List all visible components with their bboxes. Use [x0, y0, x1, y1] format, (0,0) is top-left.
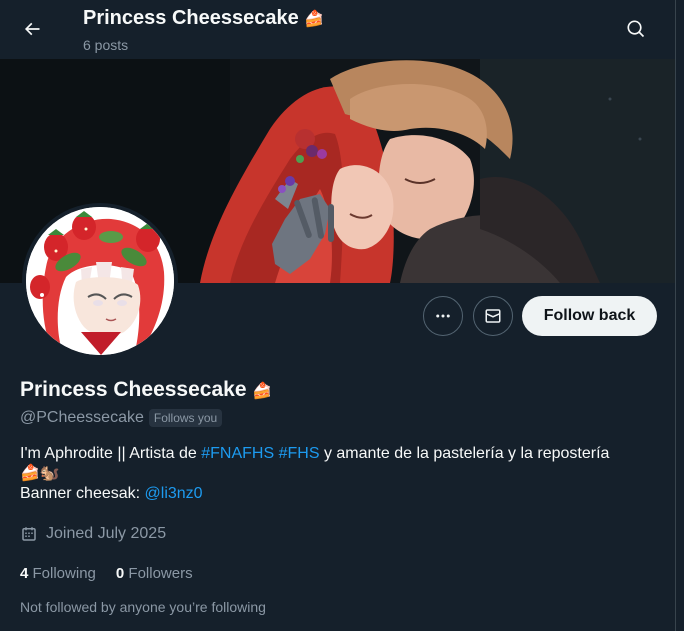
joined-date: Joined July 2025: [46, 525, 167, 542]
calendar-icon: [22, 527, 36, 541]
hashtag-fnafhs[interactable]: #FNAFHS: [201, 445, 274, 462]
following-label: Following: [32, 565, 96, 582]
follows-you-badge: Follows you: [148, 409, 223, 427]
back-button[interactable]: [14, 11, 50, 47]
follow-back-button[interactable]: Follow back: [522, 296, 657, 336]
avatar-image: [26, 207, 174, 355]
hashtag-fhs[interactable]: #FHS: [279, 445, 320, 462]
profile-bio: I'm Aphrodite || Artista de #FNAFHS #FHS…: [20, 444, 670, 504]
avatar-artwork: [26, 207, 174, 355]
bio-text-suffix: y amante de la pastelería y la reposterí…: [319, 445, 610, 462]
not-followed-note: Not followed by anyone you’re following: [20, 599, 266, 615]
cake-squirrel-emoji-icon: 🍰🐿️: [20, 465, 60, 482]
followers-count: 0: [115, 565, 125, 582]
profile-handle: @PCheessecake: [20, 409, 144, 426]
profile-page: Princess Cheessecake 🍰 6 posts Follow ba…: [0, 0, 676, 631]
profile-name-text: Princess Cheessecake: [20, 378, 247, 401]
banner-credit-label: Banner cheesak:: [20, 485, 145, 502]
followers-label: Followers: [128, 565, 193, 582]
header-title-text: Princess Cheessecake: [83, 7, 299, 29]
message-button[interactable]: [473, 296, 513, 336]
top-header: Princess Cheessecake 🍰 6 posts: [0, 0, 675, 59]
cake-emoji-icon: 🍰: [304, 11, 325, 28]
profile-name: Princess Cheessecake 🍰: [20, 378, 272, 402]
arrow-left-icon: [24, 22, 40, 36]
mail-icon: [485, 309, 501, 323]
followers-count-link[interactable]: 0 Followers: [116, 565, 193, 582]
follow-counts: 4 Following 0 Followers: [20, 565, 193, 582]
more-icon: [436, 314, 450, 318]
more-options-button[interactable]: [423, 296, 463, 336]
cake-emoji-icon: 🍰: [252, 383, 273, 400]
following-count: 4: [20, 565, 29, 582]
handle-row: @PCheessecake Follows you: [20, 409, 223, 427]
posts-count: 6 posts: [83, 37, 129, 53]
following-count-link[interactable]: 4 Following: [20, 565, 96, 582]
header-title: Princess Cheessecake 🍰: [83, 5, 324, 33]
joined-date-row: Joined July 2025: [20, 525, 166, 543]
banner-credit-link[interactable]: @li3nz0: [145, 485, 203, 502]
bio-text: I'm Aphrodite || Artista de: [20, 445, 202, 462]
search-button[interactable]: [618, 11, 654, 47]
search-icon: [627, 20, 645, 38]
profile-avatar[interactable]: [22, 203, 178, 359]
